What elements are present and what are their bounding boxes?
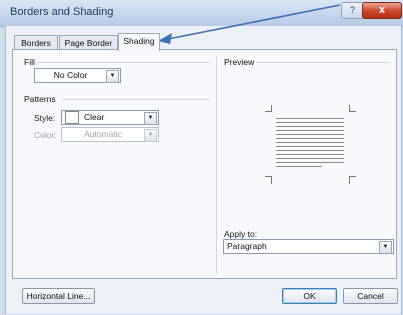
pattern-color-value: Automatic — [84, 129, 122, 139]
preview-text-line — [276, 154, 344, 155]
apply-to-value: Paragraph — [227, 241, 267, 251]
preview-text-line — [276, 118, 344, 119]
window-title: Borders and Shading — [10, 6, 114, 18]
preview-text-line — [276, 126, 344, 127]
apply-to-label: Apply to: — [224, 229, 258, 239]
preview-text-line — [276, 138, 344, 139]
close-button[interactable]: x — [362, 2, 402, 19]
corner-mark — [349, 177, 350, 184]
fill-color-value: No Color — [53, 70, 88, 80]
tab-borders[interactable]: Borders — [14, 35, 58, 50]
style-swatch — [65, 111, 79, 124]
style-dropdown[interactable]: Clear ▼ — [61, 110, 159, 125]
corner-mark — [265, 111, 272, 112]
preview-text-line — [276, 142, 344, 143]
corner-mark — [349, 176, 356, 177]
help-button[interactable]: ? — [341, 2, 364, 19]
horizontal-line-button[interactable]: Horizontal Line... — [22, 288, 95, 304]
tab-borders-label: Borders — [21, 38, 51, 48]
preview-text-line — [276, 122, 344, 123]
chevron-down-icon: ▼ — [144, 112, 157, 125]
color-label: Color: — [34, 130, 57, 140]
preview-text-line — [276, 162, 344, 163]
tab-shading-label: Shading — [123, 36, 155, 46]
preview-group-header: Preview — [224, 57, 255, 67]
style-label: Style: — [34, 113, 56, 123]
tab-page-border-label: Page Border — [64, 38, 113, 48]
pattern-color-dropdown[interactable]: Automatic ▼ — [61, 127, 159, 142]
ok-button[interactable]: OK — [282, 288, 337, 304]
preview-text-line — [276, 158, 344, 159]
corner-mark — [271, 177, 272, 184]
corner-mark — [349, 111, 356, 112]
preview-text-line — [276, 146, 344, 147]
patterns-group-header: Patterns — [24, 94, 56, 104]
preview-area — [265, 105, 361, 185]
apply-to-dropdown[interactable]: Paragraph ▼ — [223, 239, 394, 254]
preview-text-line — [276, 166, 322, 167]
preview-divider — [256, 62, 390, 63]
chevron-down-icon: ▼ — [144, 129, 157, 142]
fill-color-dropdown[interactable]: No Color ▼ — [34, 68, 121, 83]
chevron-down-icon: ▼ — [379, 241, 392, 254]
fill-divider — [36, 62, 210, 63]
column-separator — [216, 57, 217, 274]
fill-group-header: Fill — [24, 57, 35, 67]
cancel-button[interactable]: Cancel — [343, 288, 398, 304]
style-value: Clear — [84, 112, 105, 122]
preview-text-line — [276, 134, 344, 135]
tab-page-border[interactable]: Page Border — [59, 35, 118, 50]
corner-mark — [265, 176, 272, 177]
preview-text-line — [276, 130, 344, 131]
patterns-divider — [62, 99, 210, 100]
tab-shading[interactable]: Shading — [118, 33, 160, 51]
chevron-down-icon: ▼ — [106, 70, 119, 83]
preview-text-line — [276, 150, 344, 151]
